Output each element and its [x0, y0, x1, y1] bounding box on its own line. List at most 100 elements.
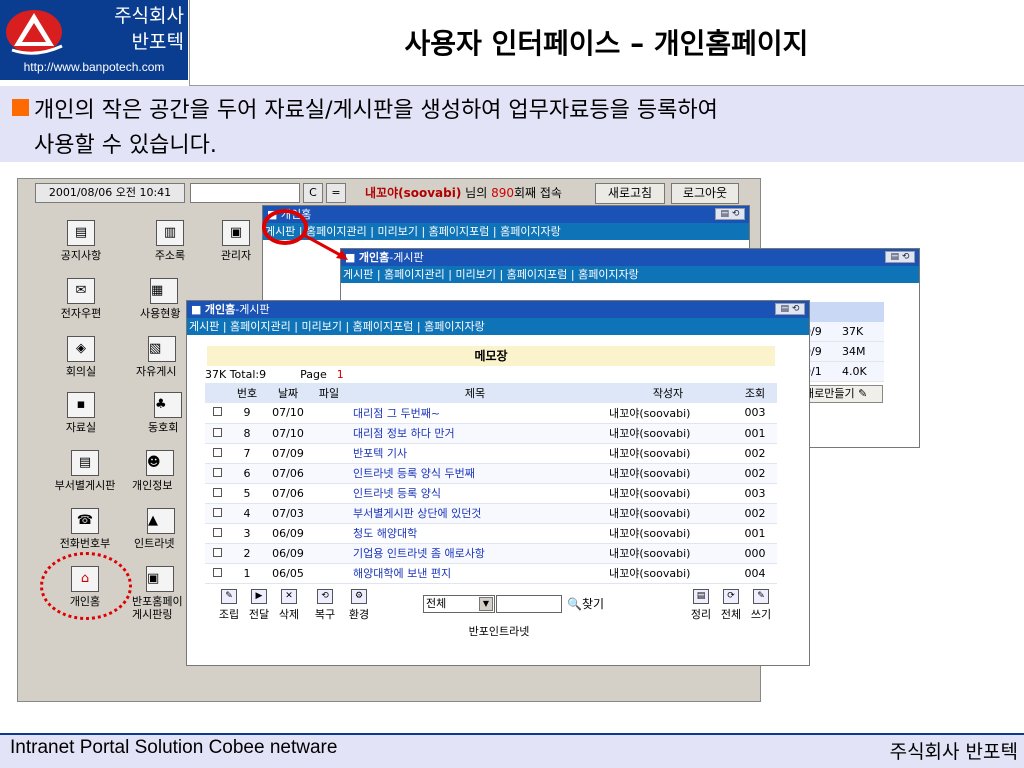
- row-subject-link[interactable]: 해양대학에 보낸 편지: [347, 563, 603, 584]
- desktop-icon-email[interactable]: ✉ 전자우편: [41, 278, 121, 320]
- desktop-icon-dept-board[interactable]: ▤ 부서별게시판: [45, 450, 125, 492]
- homepage-icon: ▣: [146, 566, 174, 592]
- window-menu[interactable]: 게시판 | 홈페이지관리 | 미리보기 | 홈페이지포럼 | 홈페이지자랑: [341, 266, 919, 283]
- row-checkbox[interactable]: [205, 523, 229, 544]
- freeboard-icon: ▧: [148, 336, 176, 362]
- tool-assemble[interactable]: ✎ 조립: [215, 589, 243, 622]
- row-views: 003: [733, 403, 777, 424]
- bottom-divider: [0, 733, 1024, 735]
- row-checkbox[interactable]: [205, 423, 229, 444]
- table-row[interactable]: 3 06/09 청도 해양대학 내꼬야(soovabi) 001: [205, 523, 777, 544]
- checkbox-icon[interactable]: [212, 487, 222, 497]
- checkbox-icon[interactable]: [212, 447, 222, 457]
- tool-all[interactable]: ⟳ 전체: [717, 589, 745, 622]
- row-checkbox[interactable]: [205, 503, 229, 524]
- equals-button[interactable]: =: [326, 183, 346, 203]
- desktop-icon-meeting[interactable]: ◈ 회의실: [41, 336, 121, 378]
- checkbox-icon[interactable]: [212, 547, 222, 557]
- window-controls-icon[interactable]: ▤ ⟲: [715, 208, 745, 220]
- tool-label: 복구: [314, 608, 336, 621]
- checkbox-icon[interactable]: [212, 427, 222, 437]
- row-subject-link[interactable]: 청도 해양대학: [347, 523, 603, 544]
- tool-delete[interactable]: ✕ 삭제: [275, 589, 303, 622]
- checkbox-icon[interactable]: [212, 567, 222, 577]
- desktop-icon-addressbook[interactable]: ▥ 주소록: [130, 220, 210, 262]
- row-subject-link[interactable]: 인트라넷 등록 양식: [347, 483, 603, 504]
- table-row[interactable]: 1 06/05 해양대학에 보낸 편지 내꼬야(soovabi) 004: [205, 563, 777, 584]
- desktop-icon-freeboard[interactable]: ▧ 자유게시: [136, 336, 188, 378]
- desktop-icon-admin[interactable]: ▣ 관리자: [210, 220, 262, 262]
- c-button[interactable]: C: [303, 183, 323, 203]
- window-titlebar[interactable]: ■ 개인홈-게시판 ▤ ⟲: [341, 249, 919, 266]
- col-check: [205, 383, 229, 403]
- edit-icon: ✎: [858, 387, 868, 400]
- window-titlebar[interactable]: ■ 개인홈 ▤ ⟲: [263, 206, 749, 223]
- desktop-icon-intranet[interactable]: ▲ 인트라넷: [134, 508, 188, 550]
- checkbox-icon[interactable]: [212, 407, 222, 417]
- new-make-button[interactable]: 새로만들기 ✎: [801, 385, 883, 403]
- desktop-icon-banpo-homepage[interactable]: ▣ 반포홈페이 게시판링: [132, 566, 188, 621]
- table-row[interactable]: 4 07/03 부서별게시판 상단에 있던것 내꼬야(soovabi) 002: [205, 503, 777, 524]
- search-field[interactable]: [190, 183, 300, 203]
- table-row[interactable]: 2 06/09 기업용 인트라넷 좀 애로사항 내꼬야(soovabi) 000: [205, 543, 777, 564]
- logout-button[interactable]: 로그아웃: [671, 183, 739, 204]
- window-menu[interactable]: 게시판 | 홈페이지관리 | 미리보기 | 홈페이지포럼 | 홈페이지자랑: [187, 318, 809, 335]
- desktop-icon-archive[interactable]: ▪ 자료실: [41, 392, 121, 434]
- row-subject-link[interactable]: 기업용 인트라넷 좀 애로사항: [347, 543, 603, 564]
- row-subject-link[interactable]: 부서별게시판 상단에 있던것: [347, 503, 603, 524]
- table-row[interactable]: 8 07/10 대리점 정보 하다 만거 내꼬야(soovabi) 001: [205, 423, 777, 444]
- row-date: 07/10: [265, 403, 311, 424]
- desktop-icon-notice[interactable]: ▤ 공지사항: [41, 220, 121, 262]
- tool-settings[interactable]: ⚙ 환경: [345, 589, 373, 622]
- row-author: 내꼬야(soovabi): [603, 563, 733, 584]
- tool-write[interactable]: ✎ 쓰기: [747, 589, 775, 622]
- table-row[interactable]: 9 07/10 대리점 그 두번째~ 내꼬야(soovabi) 003: [205, 403, 777, 424]
- row-checkbox[interactable]: [205, 463, 229, 484]
- row-checkbox[interactable]: [205, 563, 229, 584]
- row-subject-link[interactable]: 인트라넷 등록 양식 두번째: [347, 463, 603, 484]
- table-row[interactable]: 0/1 4.0K: [804, 362, 884, 382]
- table-row[interactable]: 6 07/06 인트라넷 등록 양식 두번째 내꼬야(soovabi) 002: [205, 463, 777, 484]
- desktop-icon-club[interactable]: ♣ 동호회: [148, 392, 188, 434]
- page-number[interactable]: 1: [337, 368, 344, 381]
- desktop-icon-phonebook[interactable]: ☎ 전화번호부: [45, 508, 125, 550]
- new-make-label: 새로만들기: [804, 387, 855, 400]
- row-subject-link[interactable]: 대리점 정보 하다 만거: [347, 423, 603, 444]
- row-file: [311, 463, 347, 484]
- checkbox-icon[interactable]: [212, 507, 222, 517]
- tool-forward[interactable]: ▶ 전달: [245, 589, 273, 622]
- checkbox-icon[interactable]: [212, 467, 222, 477]
- row-checkbox[interactable]: [205, 543, 229, 564]
- row-checkbox[interactable]: [205, 443, 229, 464]
- window-titlebar[interactable]: ■ 개인홈-게시판 ▤ ⟲: [187, 301, 809, 318]
- window-footer: 반포인트라넷: [468, 625, 530, 638]
- col-author: 작성자: [603, 383, 733, 403]
- select-value: 전체: [426, 597, 447, 610]
- board-search-input[interactable]: [496, 595, 562, 613]
- checkbox-icon[interactable]: [212, 527, 222, 537]
- table-row[interactable]: 0/9 34M: [804, 342, 884, 362]
- search-button[interactable]: 🔍찾기: [567, 595, 604, 613]
- desktop-icon-personal-info[interactable]: ☻ 개인정보: [132, 450, 188, 492]
- col-views: 조회: [733, 383, 777, 403]
- row-checkbox[interactable]: [205, 483, 229, 504]
- desktop-icon-label: 사용현황: [140, 307, 181, 320]
- row-subject-link[interactable]: 반포텍 기사: [347, 443, 603, 464]
- tool-restore[interactable]: ⟲ 복구: [311, 589, 339, 622]
- window-controls-icon[interactable]: ▤ ⟲: [885, 251, 915, 263]
- window-controls-icon[interactable]: ▤ ⟲: [775, 303, 805, 315]
- row-author: 내꼬야(soovabi): [603, 483, 733, 504]
- refresh-button[interactable]: 새로고침: [595, 183, 665, 204]
- desktop-icon-usage[interactable]: ▦ 사용현황: [140, 278, 188, 320]
- window-title-suffix: -게시판: [235, 303, 270, 316]
- tool-arrange[interactable]: ▤ 정리: [687, 589, 715, 622]
- table-row[interactable]: 7 07/09 반포텍 기사 내꼬야(soovabi) 002: [205, 443, 777, 464]
- table-row[interactable]: 0/9 37K: [804, 322, 884, 342]
- search-scope-select[interactable]: 전체 ▼: [423, 595, 495, 613]
- row-checkbox[interactable]: [205, 403, 229, 424]
- table-row[interactable]: 5 07/06 인트라넷 등록 양식 내꼬야(soovabi) 003: [205, 483, 777, 504]
- row-number: 6: [229, 463, 265, 484]
- row-date: 07/06: [265, 463, 311, 484]
- footer-product: Intranet Portal Solution Cobee netware: [10, 737, 338, 758]
- row-subject-link[interactable]: 대리점 그 두번째~: [347, 403, 603, 424]
